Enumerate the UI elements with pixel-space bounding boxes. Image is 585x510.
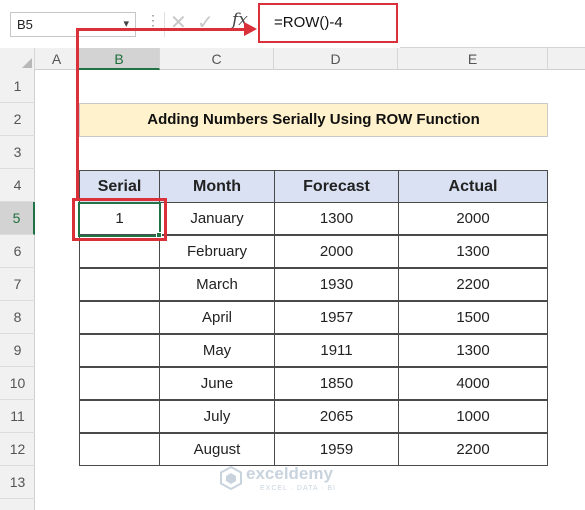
cell-serial[interactable] — [79, 268, 160, 301]
cell-serial[interactable] — [79, 367, 160, 400]
column-header-d[interactable]: D — [274, 48, 398, 70]
exceldemy-logo-icon — [220, 466, 242, 490]
cell-forecast[interactable]: 1957 — [274, 301, 399, 334]
cell-serial[interactable] — [79, 433, 160, 466]
cell-month[interactable]: August — [159, 433, 275, 466]
fill-handle[interactable] — [156, 232, 162, 238]
name-box[interactable]: B5 ▾ — [10, 12, 136, 37]
row-header-3[interactable]: 3 — [0, 136, 35, 169]
cell-forecast[interactable]: 1930 — [274, 268, 399, 301]
column-header-e[interactable]: E — [398, 48, 548, 70]
select-all-corner[interactable] — [0, 48, 35, 70]
column-headers: A B C D E — [0, 48, 585, 70]
column-header-b[interactable]: B — [79, 48, 160, 70]
cell-month[interactable]: January — [159, 202, 275, 235]
cell-actual[interactable]: 2000 — [398, 202, 548, 235]
cell-forecast[interactable]: 2065 — [274, 400, 399, 433]
header-forecast[interactable]: Forecast — [274, 170, 399, 203]
cell-forecast[interactable]: 1959 — [274, 433, 399, 466]
row-headers: 1 2 3 4 5 6 7 8 9 10 11 12 13 — [0, 70, 35, 510]
watermark-name: exceldemy — [246, 464, 333, 483]
cell-month[interactable]: February — [159, 235, 275, 268]
header-actual[interactable]: Actual — [398, 170, 548, 203]
cell-forecast[interactable]: 2000 — [274, 235, 399, 268]
column-header-next[interactable] — [548, 48, 585, 70]
row-header-7[interactable]: 7 — [0, 268, 35, 301]
arrow-head-icon — [244, 22, 257, 36]
watermark-tagline: EXCEL · DATA · BI — [260, 485, 336, 492]
cell-month[interactable]: June — [159, 367, 275, 400]
row-header-13[interactable]: 13 — [0, 466, 35, 499]
cell-actual[interactable]: 1000 — [398, 400, 548, 433]
cell-month[interactable]: July — [159, 400, 275, 433]
formula-bar: B5 ▾ ⋮ ✕ ✓ fx =ROW()-4 — [0, 0, 585, 48]
cell-serial[interactable] — [79, 400, 160, 433]
row-header-4[interactable]: 4 — [0, 169, 35, 202]
cell-month[interactable]: March — [159, 268, 275, 301]
cell-serial[interactable] — [79, 301, 160, 334]
cell-actual[interactable]: 1500 — [398, 301, 548, 334]
row-header-12[interactable]: 12 — [0, 433, 35, 466]
cell-actual[interactable]: 2200 — [398, 268, 548, 301]
row-header-10[interactable]: 10 — [0, 367, 35, 400]
sheet-title[interactable]: Adding Numbers Serially Using ROW Functi… — [79, 103, 548, 137]
header-serial[interactable]: Serial — [79, 170, 160, 203]
cell-month[interactable]: April — [159, 301, 275, 334]
formula-bar-divider — [164, 12, 165, 37]
cell-forecast[interactable]: 1300 — [274, 202, 399, 235]
column-header-a[interactable]: A — [35, 48, 79, 70]
column-header-c[interactable]: C — [160, 48, 274, 70]
row-header-9[interactable]: 9 — [0, 334, 35, 367]
cell-actual[interactable]: 2200 — [398, 433, 548, 466]
cell-actual[interactable]: 1300 — [398, 334, 548, 367]
cell-forecast[interactable]: 1911 — [274, 334, 399, 367]
row-header-6[interactable]: 6 — [0, 235, 35, 268]
more-options-icon[interactable]: ⋮ — [146, 12, 160, 29]
cell-actual[interactable]: 1300 — [398, 235, 548, 268]
name-box-value: B5 — [17, 17, 33, 32]
formula-input[interactable]: =ROW()-4 — [258, 3, 398, 43]
cell-serial[interactable] — [79, 235, 160, 268]
connector-line-vertical — [76, 28, 79, 200]
chevron-down-icon[interactable]: ▾ — [123, 13, 129, 36]
header-month[interactable]: Month — [159, 170, 275, 203]
cell-serial[interactable] — [79, 334, 160, 367]
row-header-2[interactable]: 2 — [0, 103, 35, 136]
cell-actual[interactable]: 4000 — [398, 367, 548, 400]
row-header-11[interactable]: 11 — [0, 400, 35, 433]
row-header-8[interactable]: 8 — [0, 301, 35, 334]
cell-month[interactable]: May — [159, 334, 275, 367]
connector-line-horizontal — [76, 28, 246, 31]
row-header-5[interactable]: 5 — [0, 202, 35, 235]
cell-serial[interactable]: 1 — [79, 202, 160, 235]
cell-forecast[interactable]: 1850 — [274, 367, 399, 400]
row-header-1[interactable]: 1 — [0, 70, 35, 103]
select-all-icon — [22, 58, 32, 68]
watermark: exceldemy EXCEL · DATA · BI — [220, 464, 370, 498]
